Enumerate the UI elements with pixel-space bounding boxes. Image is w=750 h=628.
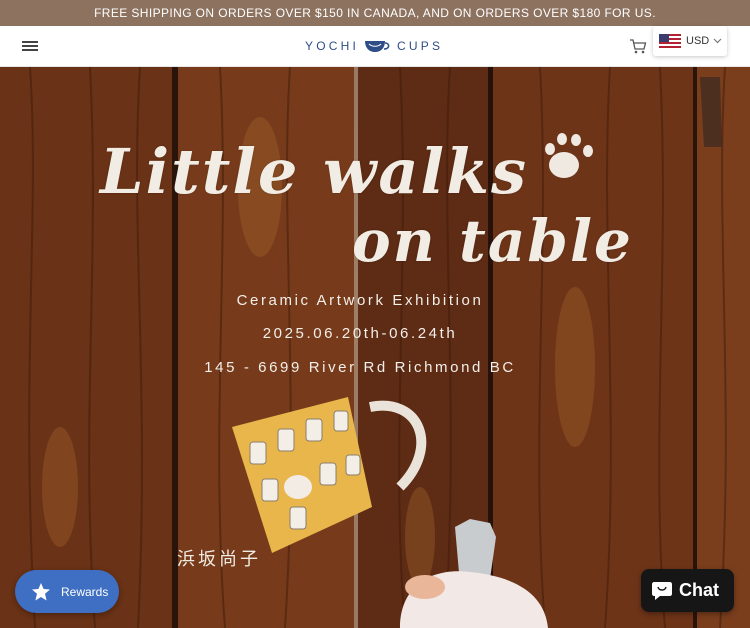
menu-icon[interactable] [22, 39, 40, 53]
hero-banner[interactable]: Little walks on table Ceramic Artwork Ex… [0, 67, 750, 628]
exhibition-subtitle: Ceramic Artwork Exhibition [236, 292, 484, 309]
us-flag-icon [659, 34, 681, 48]
hero-title-line2: on table [352, 207, 633, 275]
exhibition-address: 145 - 6699 River Rd Richmond BC [204, 359, 516, 376]
paw-icon [545, 133, 593, 178]
chevron-down-icon [713, 38, 722, 44]
star-icon [32, 582, 50, 600]
cup-logo-icon [365, 41, 390, 52]
chat-bubble-icon [652, 581, 672, 600]
logo-text-left: YOCHI [305, 39, 360, 53]
site-header: YOCHI CUPS USD [0, 26, 750, 67]
logo-text-right: CUPS [397, 39, 444, 53]
currency-selector[interactable]: USD [653, 26, 727, 56]
rewards-button[interactable]: Rewards [15, 570, 119, 613]
site-logo[interactable]: YOCHI CUPS [305, 37, 443, 55]
cart-icon[interactable] [629, 38, 647, 55]
announcement-text: FREE SHIPPING ON ORDERS OVER $150 IN CAN… [94, 6, 656, 20]
hero-title-line1: Little walks [100, 135, 528, 208]
announcement-bar: FREE SHIPPING ON ORDERS OVER $150 IN CAN… [0, 0, 750, 26]
rewards-label: Rewards [61, 584, 109, 599]
artist-name: 浜坂尚子 [177, 549, 261, 569]
chat-label: Chat [679, 580, 719, 600]
currency-label: USD [686, 35, 710, 47]
exhibition-dates: 2025.06.20th-06.24th [262, 325, 458, 342]
chat-button[interactable]: Chat [641, 569, 734, 612]
